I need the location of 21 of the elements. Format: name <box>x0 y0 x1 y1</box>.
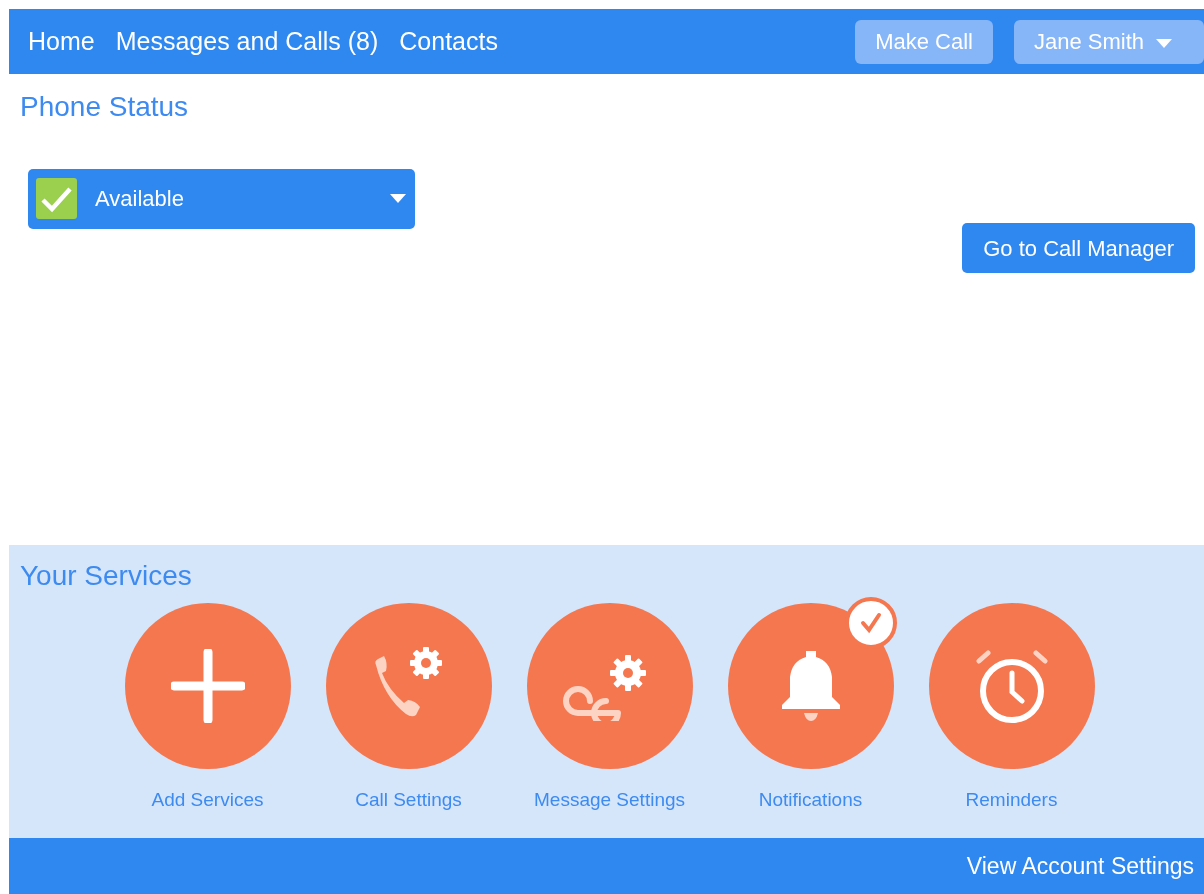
bell-icon <box>779 648 842 723</box>
call-manager-button[interactable]: Go to Call Manager <box>962 223 1195 273</box>
user-menu-button[interactable]: Jane Smith <box>1014 19 1204 64</box>
caret-icon <box>1156 38 1173 48</box>
nav-link[interactable]: Home <box>28 22 95 61</box>
service-link[interactable]: Add Services <box>151 785 264 815</box>
plus-icon <box>170 648 245 723</box>
section-title: Phone Status <box>19 90 190 124</box>
service-link[interactable]: Message Settings <box>534 785 685 815</box>
make-call-button[interactable]: Make Call <box>855 19 993 64</box>
status-dropdown[interactable]: Available <box>28 168 415 229</box>
nav-link[interactable]: Messages and Calls (8) <box>115 22 379 61</box>
service-link[interactable]: Call Settings <box>355 785 462 815</box>
section-title: Your Services <box>19 559 193 593</box>
nav-link[interactable]: Contacts <box>399 22 498 61</box>
check-icon <box>36 178 77 220</box>
service-link[interactable]: Reminders <box>965 785 1058 815</box>
alarm-clock-icon <box>974 648 1049 723</box>
service-link[interactable]: Notifications <box>758 785 863 815</box>
caret-icon <box>390 194 406 204</box>
account-settings-link[interactable]: View Account Settings <box>966 848 1194 884</box>
